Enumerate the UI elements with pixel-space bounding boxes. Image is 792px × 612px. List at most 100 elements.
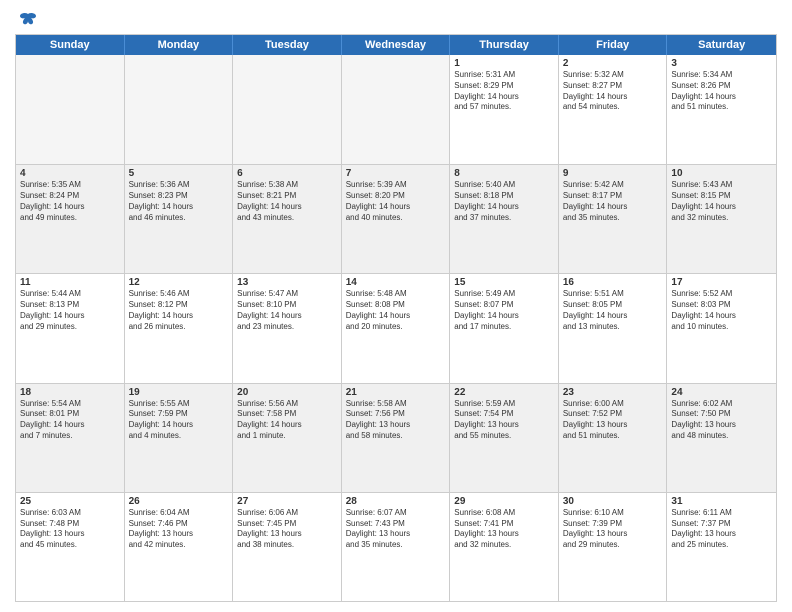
day-number: 11 (20, 277, 120, 288)
calendar-cell (16, 55, 125, 164)
calendar-cell: 30Sunrise: 6:10 AM Sunset: 7:39 PM Dayli… (559, 493, 668, 601)
day-info: Sunrise: 5:36 AM Sunset: 8:23 PM Dayligh… (129, 180, 229, 223)
calendar-cell: 1Sunrise: 5:31 AM Sunset: 8:29 PM Daylig… (450, 55, 559, 164)
calendar-body: 1Sunrise: 5:31 AM Sunset: 8:29 PM Daylig… (16, 55, 776, 601)
page-header (15, 10, 777, 26)
calendar-cell: 11Sunrise: 5:44 AM Sunset: 8:13 PM Dayli… (16, 274, 125, 382)
day-info: Sunrise: 5:49 AM Sunset: 8:07 PM Dayligh… (454, 289, 554, 332)
day-info: Sunrise: 5:48 AM Sunset: 8:08 PM Dayligh… (346, 289, 446, 332)
day-number: 15 (454, 277, 554, 288)
day-number: 28 (346, 496, 446, 507)
calendar-cell: 4Sunrise: 5:35 AM Sunset: 8:24 PM Daylig… (16, 165, 125, 273)
day-info: Sunrise: 5:46 AM Sunset: 8:12 PM Dayligh… (129, 289, 229, 332)
day-number: 31 (671, 496, 772, 507)
day-number: 4 (20, 168, 120, 179)
calendar-cell: 28Sunrise: 6:07 AM Sunset: 7:43 PM Dayli… (342, 493, 451, 601)
calendar-cell: 10Sunrise: 5:43 AM Sunset: 8:15 PM Dayli… (667, 165, 776, 273)
calendar-cell: 14Sunrise: 5:48 AM Sunset: 8:08 PM Dayli… (342, 274, 451, 382)
day-number: 12 (129, 277, 229, 288)
header-day-sunday: Sunday (16, 35, 125, 55)
calendar-cell: 18Sunrise: 5:54 AM Sunset: 8:01 PM Dayli… (16, 384, 125, 492)
calendar-cell (233, 55, 342, 164)
day-info: Sunrise: 5:55 AM Sunset: 7:59 PM Dayligh… (129, 399, 229, 442)
day-info: Sunrise: 5:59 AM Sunset: 7:54 PM Dayligh… (454, 399, 554, 442)
day-info: Sunrise: 6:08 AM Sunset: 7:41 PM Dayligh… (454, 508, 554, 551)
calendar-cell: 2Sunrise: 5:32 AM Sunset: 8:27 PM Daylig… (559, 55, 668, 164)
calendar-cell: 25Sunrise: 6:03 AM Sunset: 7:48 PM Dayli… (16, 493, 125, 601)
calendar-cell: 24Sunrise: 6:02 AM Sunset: 7:50 PM Dayli… (667, 384, 776, 492)
day-number: 26 (129, 496, 229, 507)
day-number: 30 (563, 496, 663, 507)
day-info: Sunrise: 6:00 AM Sunset: 7:52 PM Dayligh… (563, 399, 663, 442)
day-info: Sunrise: 5:47 AM Sunset: 8:10 PM Dayligh… (237, 289, 337, 332)
calendar-cell: 7Sunrise: 5:39 AM Sunset: 8:20 PM Daylig… (342, 165, 451, 273)
day-info: Sunrise: 5:44 AM Sunset: 8:13 PM Dayligh… (20, 289, 120, 332)
calendar-cell: 19Sunrise: 5:55 AM Sunset: 7:59 PM Dayli… (125, 384, 234, 492)
day-info: Sunrise: 5:32 AM Sunset: 8:27 PM Dayligh… (563, 70, 663, 113)
calendar-cell: 26Sunrise: 6:04 AM Sunset: 7:46 PM Dayli… (125, 493, 234, 601)
logo (15, 14, 38, 26)
calendar-week-1: 1Sunrise: 5:31 AM Sunset: 8:29 PM Daylig… (16, 55, 776, 164)
day-number: 5 (129, 168, 229, 179)
day-number: 7 (346, 168, 446, 179)
day-number: 22 (454, 387, 554, 398)
logo-bird-icon (18, 12, 38, 28)
calendar-cell: 6Sunrise: 5:38 AM Sunset: 8:21 PM Daylig… (233, 165, 342, 273)
day-number: 10 (671, 168, 772, 179)
day-number: 21 (346, 387, 446, 398)
day-number: 23 (563, 387, 663, 398)
day-info: Sunrise: 5:39 AM Sunset: 8:20 PM Dayligh… (346, 180, 446, 223)
header-day-saturday: Saturday (667, 35, 776, 55)
calendar-page: SundayMondayTuesdayWednesdayThursdayFrid… (0, 0, 792, 612)
day-info: Sunrise: 5:34 AM Sunset: 8:26 PM Dayligh… (671, 70, 772, 113)
calendar-cell: 22Sunrise: 5:59 AM Sunset: 7:54 PM Dayli… (450, 384, 559, 492)
calendar-cell: 15Sunrise: 5:49 AM Sunset: 8:07 PM Dayli… (450, 274, 559, 382)
calendar-cell: 31Sunrise: 6:11 AM Sunset: 7:37 PM Dayli… (667, 493, 776, 601)
header-day-monday: Monday (125, 35, 234, 55)
day-info: Sunrise: 5:40 AM Sunset: 8:18 PM Dayligh… (454, 180, 554, 223)
calendar-cell: 13Sunrise: 5:47 AM Sunset: 8:10 PM Dayli… (233, 274, 342, 382)
day-number: 6 (237, 168, 337, 179)
day-number: 20 (237, 387, 337, 398)
day-info: Sunrise: 5:42 AM Sunset: 8:17 PM Dayligh… (563, 180, 663, 223)
day-number: 16 (563, 277, 663, 288)
header-day-thursday: Thursday (450, 35, 559, 55)
day-info: Sunrise: 5:31 AM Sunset: 8:29 PM Dayligh… (454, 70, 554, 113)
day-info: Sunrise: 6:02 AM Sunset: 7:50 PM Dayligh… (671, 399, 772, 442)
day-info: Sunrise: 5:54 AM Sunset: 8:01 PM Dayligh… (20, 399, 120, 442)
calendar-cell: 16Sunrise: 5:51 AM Sunset: 8:05 PM Dayli… (559, 274, 668, 382)
day-info: Sunrise: 5:43 AM Sunset: 8:15 PM Dayligh… (671, 180, 772, 223)
header-day-tuesday: Tuesday (233, 35, 342, 55)
day-number: 13 (237, 277, 337, 288)
calendar-cell: 12Sunrise: 5:46 AM Sunset: 8:12 PM Dayli… (125, 274, 234, 382)
day-info: Sunrise: 6:11 AM Sunset: 7:37 PM Dayligh… (671, 508, 772, 551)
day-number: 8 (454, 168, 554, 179)
calendar-cell: 5Sunrise: 5:36 AM Sunset: 8:23 PM Daylig… (125, 165, 234, 273)
day-info: Sunrise: 6:03 AM Sunset: 7:48 PM Dayligh… (20, 508, 120, 551)
day-number: 9 (563, 168, 663, 179)
calendar-week-4: 18Sunrise: 5:54 AM Sunset: 8:01 PM Dayli… (16, 383, 776, 492)
day-number: 14 (346, 277, 446, 288)
calendar-cell (342, 55, 451, 164)
calendar-week-3: 11Sunrise: 5:44 AM Sunset: 8:13 PM Dayli… (16, 273, 776, 382)
day-info: Sunrise: 6:10 AM Sunset: 7:39 PM Dayligh… (563, 508, 663, 551)
day-info: Sunrise: 6:06 AM Sunset: 7:45 PM Dayligh… (237, 508, 337, 551)
calendar-cell: 3Sunrise: 5:34 AM Sunset: 8:26 PM Daylig… (667, 55, 776, 164)
calendar: SundayMondayTuesdayWednesdayThursdayFrid… (15, 34, 777, 602)
calendar-cell (125, 55, 234, 164)
day-number: 1 (454, 58, 554, 69)
day-info: Sunrise: 5:35 AM Sunset: 8:24 PM Dayligh… (20, 180, 120, 223)
day-number: 29 (454, 496, 554, 507)
header-day-wednesday: Wednesday (342, 35, 451, 55)
day-number: 24 (671, 387, 772, 398)
day-info: Sunrise: 6:07 AM Sunset: 7:43 PM Dayligh… (346, 508, 446, 551)
calendar-cell: 9Sunrise: 5:42 AM Sunset: 8:17 PM Daylig… (559, 165, 668, 273)
day-number: 27 (237, 496, 337, 507)
calendar-cell: 21Sunrise: 5:58 AM Sunset: 7:56 PM Dayli… (342, 384, 451, 492)
day-info: Sunrise: 6:04 AM Sunset: 7:46 PM Dayligh… (129, 508, 229, 551)
header-day-friday: Friday (559, 35, 668, 55)
calendar-cell: 29Sunrise: 6:08 AM Sunset: 7:41 PM Dayli… (450, 493, 559, 601)
calendar-cell: 23Sunrise: 6:00 AM Sunset: 7:52 PM Dayli… (559, 384, 668, 492)
day-info: Sunrise: 5:51 AM Sunset: 8:05 PM Dayligh… (563, 289, 663, 332)
day-number: 19 (129, 387, 229, 398)
